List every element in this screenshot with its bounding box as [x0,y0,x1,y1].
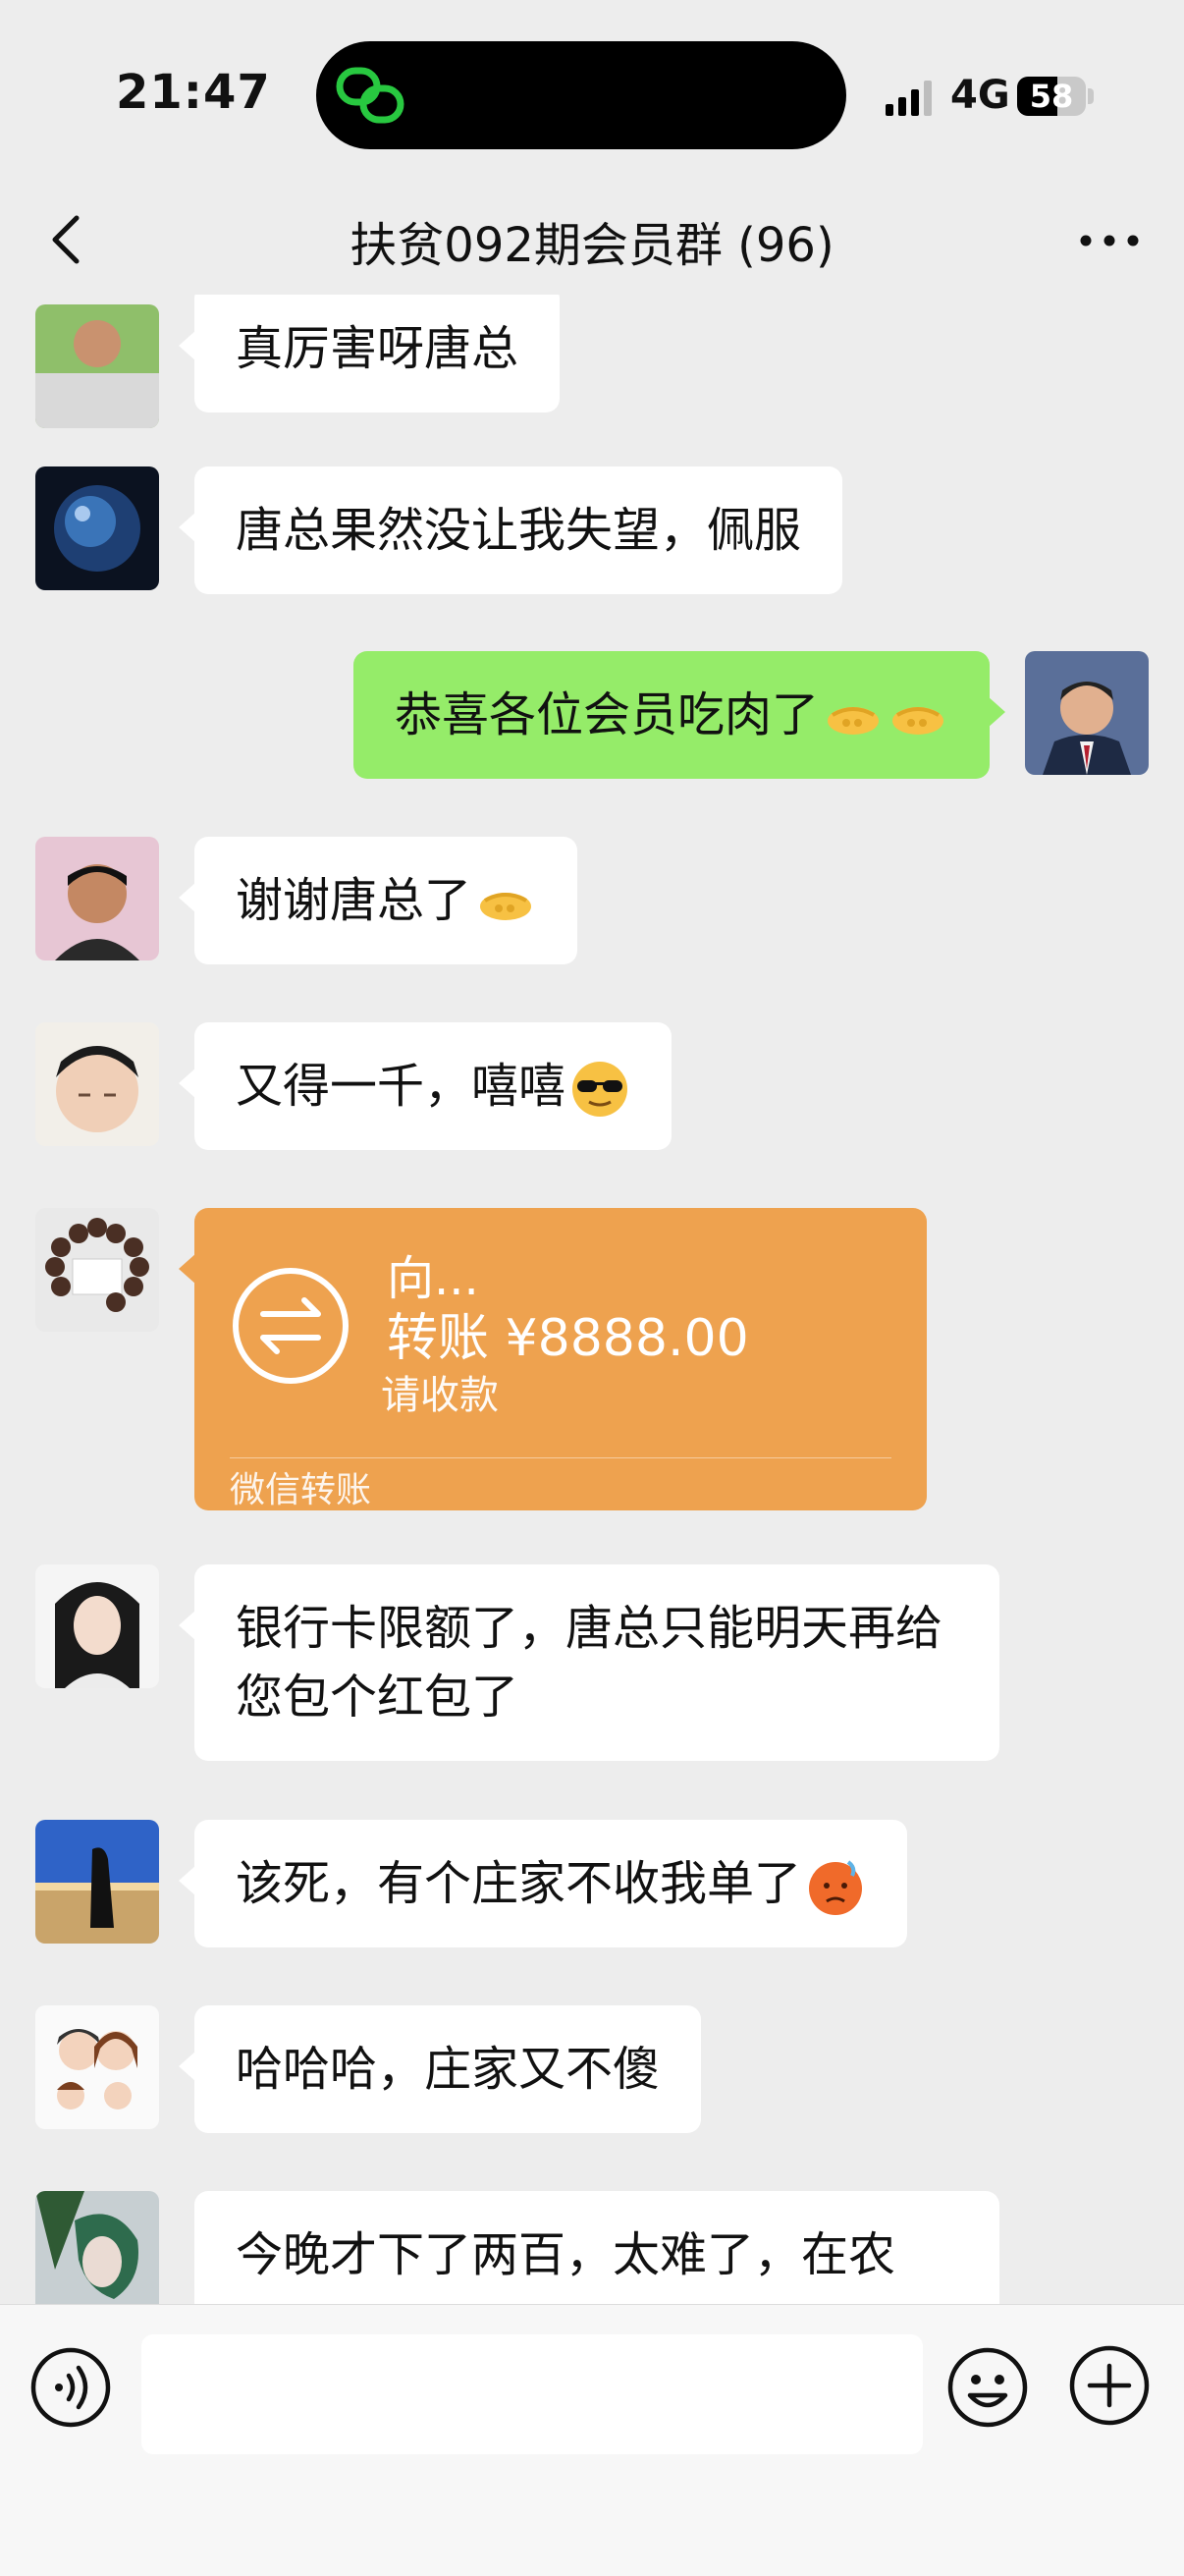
cellular-signal-icon [886,81,932,116]
message-text: 谢谢唐总了 [236,873,472,928]
divider [230,1457,891,1458]
app-activity-icon [336,67,404,124]
message-bubble[interactable]: 该死，有个庄家不收我单了 [178,1820,908,1947]
transfer-status: 请收款 [381,1373,499,1418]
transfer-brand: 微信转账 [230,1470,372,1510]
message-input[interactable] [141,2334,923,2454]
message-text: 该死，有个庄家不收我单了 [236,1856,802,1911]
battery-tip [1088,88,1094,104]
message-bubble[interactable]: 今晚才下了两百，太难了，在农 [194,2191,999,2304]
handshake-emoji-icon [828,707,879,735]
group-title: 扶贫092期会员群 (96) [350,218,834,273]
sunglasses-emoji-icon [572,1062,628,1117]
my-avatar[interactable] [1025,651,1149,775]
sender-avatar[interactable] [35,1208,159,1332]
sender-avatar[interactable] [35,466,159,590]
message-bubble-self[interactable]: 恭喜各位会员吃肉了 [352,651,1006,779]
input-bar [0,2304,1184,2576]
network-type: 4G [950,73,1010,118]
transfer-card[interactable]: 向... 转账 ¥8888.00 请收款 微信转账 [179,1208,927,1510]
message-text: 恭喜各位会员吃肉了 [394,687,819,742]
transfer-amount: 转账 ¥8888.00 [387,1309,749,1368]
message-bubble[interactable]: 银行卡限额了，唐总只能明天再给您包个红包了 [179,1564,999,1761]
message-bubble[interactable]: 谢谢唐总了 [178,837,578,964]
chat-header: 扶贫092期会员群 (96) [0,187,1184,295]
message-bubble[interactable]: 哈哈哈，庄家又不傻 [178,2005,702,2133]
message-bubble[interactable]: 真厉害呀唐总 [178,295,561,412]
sender-avatar[interactable] [35,304,159,428]
message-bubble[interactable]: 唐总果然没让我失望，佩服 [178,466,843,594]
sender-avatar[interactable] [35,837,159,960]
message-text: 又得一千，嘻嘻 [236,1059,566,1114]
back-chevron-icon[interactable] [43,208,90,271]
sender-avatar[interactable] [35,1820,159,1944]
battery-icon: 58 [1017,77,1086,116]
status-bar: 21:47 4G 58 [0,0,1184,187]
emoji-picker-icon[interactable] [946,2346,1029,2429]
status-time: 21:47 [116,65,271,120]
sender-avatar[interactable] [35,2191,159,2304]
message-bubble[interactable]: 又得一千，嘻嘻 [178,1022,673,1150]
voice-input-icon[interactable] [29,2346,112,2429]
add-more-icon[interactable] [1068,2344,1151,2427]
sender-avatar[interactable] [35,1564,159,1688]
more-options-icon[interactable] [1074,216,1145,265]
transfer-arrows-icon [233,1268,349,1384]
steaming-angry-emoji-icon [809,1860,863,1915]
battery-level: 58 [1029,78,1074,115]
message-list[interactable]: 真厉害呀唐总 唐总果然没让我失望，佩服 恭喜各位会员吃肉了 谢谢唐总了 又得一千… [0,295,1184,2304]
sender-avatar[interactable] [35,1022,159,1146]
sender-avatar[interactable] [35,2005,159,2129]
handshake-emoji-icon [892,707,943,735]
handshake-emoji-icon [480,893,532,920]
